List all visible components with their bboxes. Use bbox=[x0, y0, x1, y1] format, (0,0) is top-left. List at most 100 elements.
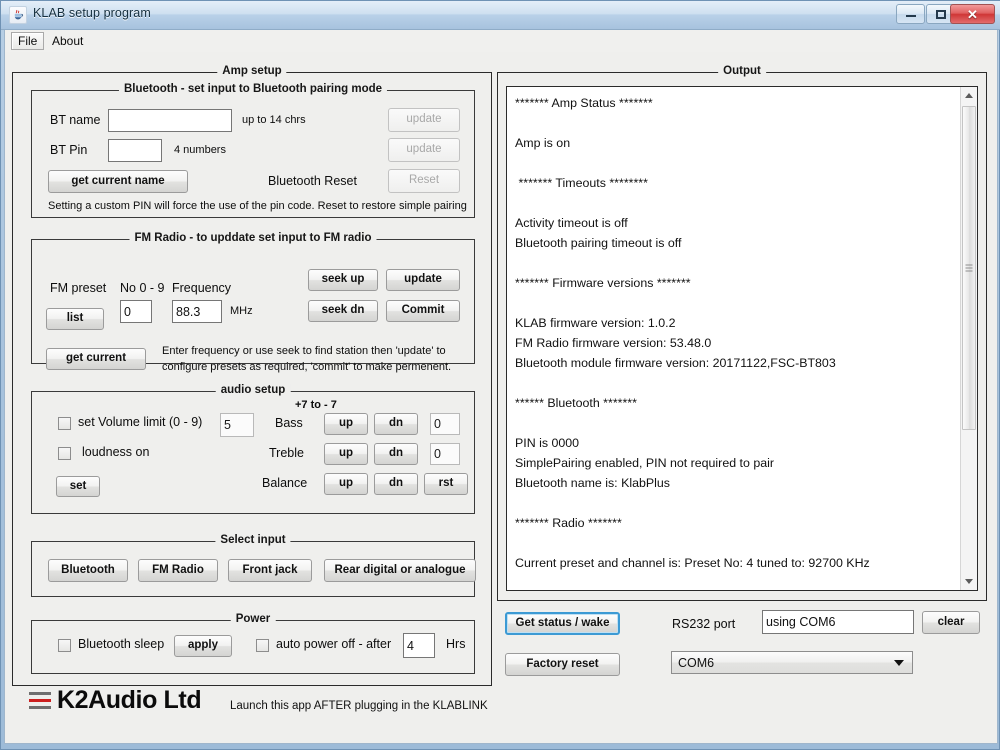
output-panel: Output ******* Amp Status ******* Amp is… bbox=[497, 65, 987, 601]
output-title: Output bbox=[718, 65, 766, 77]
bass-label: Bass bbox=[275, 416, 303, 430]
close-icon: ✕ bbox=[967, 6, 978, 22]
volume-limit-label: set Volume limit (0 - 9) bbox=[78, 415, 203, 429]
audio-range-label: +7 to - 7 bbox=[295, 399, 337, 411]
maximize-icon bbox=[935, 9, 946, 19]
fm-radio-title: FM Radio - to upddate set input to FM ra… bbox=[129, 232, 377, 244]
volume-limit-input[interactable]: 5 bbox=[220, 413, 254, 437]
fm-preset-no-label: No 0 - 9 bbox=[120, 281, 165, 295]
fm-update-button[interactable]: update bbox=[386, 269, 460, 291]
footer-note: Launch this app AFTER plugging in the KL… bbox=[230, 700, 488, 712]
auto-power-off-label: auto power off - after bbox=[276, 637, 392, 651]
power-panel: Power Bluetooth sleep apply auto power o… bbox=[31, 613, 475, 674]
treble-up-button[interactable]: up bbox=[324, 443, 368, 465]
scroll-up-arrow-icon[interactable] bbox=[961, 87, 977, 104]
close-button[interactable]: ✕ bbox=[950, 4, 995, 24]
rs232-port-field[interactable]: using COM6 bbox=[762, 610, 914, 634]
bass-value-field: 0 bbox=[430, 413, 460, 435]
minimize-button[interactable] bbox=[896, 4, 925, 24]
loudness-checkbox[interactable] bbox=[58, 447, 71, 460]
balance-label: Balance bbox=[262, 476, 308, 490]
bluetooth-title: Bluetooth - set input to Bluetooth pairi… bbox=[118, 83, 388, 95]
fm-preset-label: FM preset bbox=[50, 281, 107, 295]
bt-name-hint: up to 14 chrs bbox=[242, 114, 306, 126]
power-apply-button[interactable]: apply bbox=[174, 635, 232, 657]
k2audio-logo-icon bbox=[29, 692, 51, 712]
audio-setup-title: audio setup bbox=[215, 384, 291, 396]
auto-power-off-hours-input[interactable]: 4 bbox=[403, 633, 435, 658]
input-bluetooth-button[interactable]: Bluetooth bbox=[48, 559, 128, 582]
bt-name-label: BT name bbox=[50, 113, 101, 127]
bt-name-update-button[interactable]: update bbox=[388, 108, 460, 132]
input-front-jack-button[interactable]: Front jack bbox=[228, 559, 312, 582]
fm-seek-dn-button[interactable]: seek dn bbox=[308, 300, 378, 322]
treble-dn-button[interactable]: dn bbox=[374, 443, 418, 465]
output-text: ******* Amp Status ******* Amp is on ***… bbox=[515, 96, 870, 570]
bt-pin-hint: 4 numbers bbox=[174, 144, 226, 156]
fm-frequency-input[interactable]: 88.3 bbox=[172, 300, 222, 323]
output-scrollpane: ******* Amp Status ******* Amp is on ***… bbox=[506, 86, 978, 591]
bluetooth-reset-button[interactable]: Reset bbox=[388, 169, 460, 193]
fm-frequency-label: Frequency bbox=[172, 281, 232, 295]
bass-up-button[interactable]: up bbox=[324, 413, 368, 435]
com-port-selected-value: COM6 bbox=[678, 655, 715, 670]
hours-label: Hrs bbox=[446, 637, 466, 651]
rs232-port-label: RS232 port bbox=[672, 617, 736, 631]
scroll-down-arrow-icon[interactable] bbox=[961, 573, 977, 590]
bluetooth-reset-label: Bluetooth Reset bbox=[268, 174, 357, 188]
java-coffee-cup-icon bbox=[9, 6, 27, 24]
amp-setup-title: Amp setup bbox=[217, 65, 287, 77]
bluetooth-panel: Bluetooth - set input to Bluetooth pairi… bbox=[31, 83, 475, 218]
company-name: K2Audio Ltd bbox=[57, 686, 202, 714]
fm-preset-input[interactable]: 0 bbox=[120, 300, 152, 323]
balance-up-button[interactable]: up bbox=[324, 473, 368, 495]
fm-mhz-label: MHz bbox=[230, 305, 253, 317]
power-title: Power bbox=[230, 613, 276, 625]
input-fm-radio-button[interactable]: FM Radio bbox=[138, 559, 218, 582]
treble-label: Treble bbox=[269, 446, 304, 460]
fm-commit-button[interactable]: Commit bbox=[386, 300, 460, 322]
audio-set-button[interactable]: set bbox=[56, 476, 100, 497]
bluetooth-sleep-checkbox[interactable] bbox=[58, 639, 71, 652]
select-input-panel: Select input Bluetooth FM Radio Front ja… bbox=[31, 534, 476, 597]
volume-limit-checkbox[interactable] bbox=[58, 417, 71, 430]
fm-get-current-button[interactable]: get current bbox=[46, 348, 146, 370]
fm-help-line2: configure presets as required, 'commit' … bbox=[162, 361, 452, 373]
clear-button[interactable]: clear bbox=[922, 611, 980, 634]
get-status-wake-button[interactable]: Get status / wake bbox=[505, 612, 620, 635]
title-bar: KLAB setup program ✕ bbox=[1, 1, 1000, 30]
get-current-name-button[interactable]: get current name bbox=[48, 170, 188, 193]
input-rear-digital-button[interactable]: Rear digital or analogue bbox=[324, 559, 476, 582]
treble-value-field: 0 bbox=[430, 443, 460, 465]
balance-rst-button[interactable]: rst bbox=[424, 473, 468, 495]
minimize-icon bbox=[905, 11, 916, 17]
bt-pin-update-button[interactable]: update bbox=[388, 138, 460, 162]
scrollbar-grip-icon bbox=[965, 264, 973, 272]
com-port-select[interactable]: COM6 bbox=[671, 651, 913, 674]
fm-seek-up-button[interactable]: seek up bbox=[308, 269, 378, 291]
bt-name-input[interactable] bbox=[108, 109, 232, 132]
factory-reset-button[interactable]: Factory reset bbox=[505, 653, 620, 676]
bt-pin-input[interactable] bbox=[108, 139, 162, 162]
amp-setup-panel: Amp setup Bluetooth - set input to Bluet… bbox=[12, 65, 492, 686]
application-window: KLAB setup program ✕ File About Amp setu… bbox=[0, 0, 1000, 750]
chevron-down-icon bbox=[894, 659, 904, 666]
output-scrollbar[interactable] bbox=[960, 87, 977, 590]
loudness-label: loudness on bbox=[82, 445, 150, 459]
bluetooth-sleep-label: Bluetooth sleep bbox=[78, 637, 165, 651]
fm-list-button[interactable]: list bbox=[46, 308, 104, 330]
fm-help-line1: Enter frequency or use seek to find stat… bbox=[162, 345, 446, 357]
fm-radio-panel: FM Radio - to upddate set input to FM ra… bbox=[31, 232, 475, 373]
menu-bar: File About bbox=[4, 30, 998, 52]
bass-dn-button[interactable]: dn bbox=[374, 413, 418, 435]
audio-setup-panel: audio setup +7 to - 7 set Volume limit (… bbox=[31, 384, 475, 514]
auto-power-off-checkbox[interactable] bbox=[256, 639, 269, 652]
balance-dn-button[interactable]: dn bbox=[374, 473, 418, 495]
scrollbar-thumb[interactable] bbox=[962, 106, 976, 430]
bluetooth-footnote: Setting a custom PIN will force the use … bbox=[48, 200, 467, 212]
client-area: Amp setup Bluetooth - set input to Bluet… bbox=[4, 52, 998, 744]
menu-item-about[interactable]: About bbox=[45, 32, 90, 50]
menu-item-file[interactable]: File bbox=[11, 32, 45, 50]
bt-pin-label: BT Pin bbox=[50, 143, 88, 157]
window-title: KLAB setup program bbox=[33, 6, 151, 20]
